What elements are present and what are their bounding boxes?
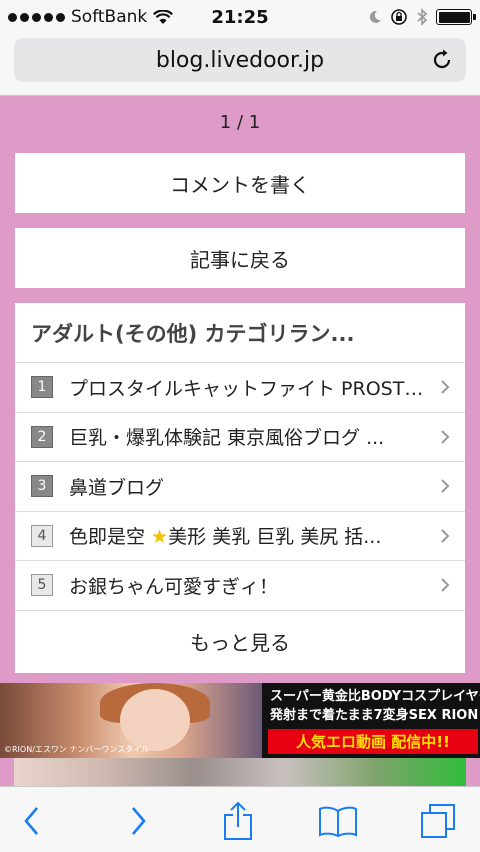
bookmarks-button[interactable] xyxy=(318,801,358,841)
chevron-left-icon xyxy=(24,807,38,835)
chevron-right-icon xyxy=(132,807,146,835)
status-indicators xyxy=(368,8,476,26)
share-icon xyxy=(224,801,252,840)
page-counter: 1 / 1 xyxy=(219,112,261,133)
category-ranking-card: アダルト(その他) カテゴリラン... 1 プロスタイルキャットファイト PRO… xyxy=(15,303,465,673)
rank-badge: 3 xyxy=(31,475,53,498)
url-text: blog.livedoor.jp xyxy=(155,47,325,73)
ad-cta: 人気エロ動画 配信中!! xyxy=(268,729,478,754)
ranking-item-title: 色即是空 ★美形 美乳 巨乳 美尻 括... xyxy=(69,522,429,549)
ad-credit: ©RION/エスワン ナンバーワンスタイル xyxy=(4,745,150,754)
ranking-item-title: 巨乳・爆乳体験記 東京風俗ブログ ... xyxy=(69,427,385,450)
ranking-item-title-part: 美形 美乳 巨乳 美尻 括... xyxy=(168,526,382,549)
ad-line-1: スーパー黄金比BODYコスプレイヤー xyxy=(270,689,480,704)
chevron-right-icon xyxy=(441,430,450,444)
browser-address-area: blog.livedoor.jp xyxy=(0,34,480,96)
ranking-item-3[interactable]: 3 鼻道ブログ xyxy=(15,462,465,512)
share-button[interactable] xyxy=(218,801,258,841)
ad-line-2: 発射まで着たまま7変身SEX RION xyxy=(270,708,479,723)
rotation-lock-icon xyxy=(391,9,407,25)
moon-icon xyxy=(369,10,381,23)
ad-headline: スーパー黄金比BODYコスプレイヤー 発射まで着たまま7変身SEX RION xyxy=(270,687,480,725)
ranking-item-title: お銀ちゃん可愛すぎィ！ xyxy=(69,575,279,598)
write-comment-button[interactable]: コメントを書く xyxy=(15,153,465,213)
chevron-right-icon xyxy=(441,479,450,493)
status-bar: SoftBank 21:25 xyxy=(0,0,480,34)
tabs-icon xyxy=(421,804,455,838)
see-more-button[interactable]: もっと見る xyxy=(15,611,465,672)
ranking-item-1[interactable]: 1 プロスタイルキャットファイト PROSTYLE CATFIGHT xyxy=(15,363,465,413)
bluetooth-icon xyxy=(417,8,428,26)
back-button[interactable] xyxy=(12,801,52,841)
star-icon: ★ xyxy=(151,526,169,549)
chevron-right-icon xyxy=(441,529,450,543)
ad-banner[interactable]: ©RION/エスワン ナンバーワンスタイル スーパー黄金比BODYコスプレイヤー… xyxy=(0,683,480,758)
ad-image: ©RION/エスワン ナンバーワンスタイル xyxy=(0,683,262,758)
tabs-button[interactable] xyxy=(418,801,458,841)
ad-image-strip[interactable] xyxy=(14,758,466,788)
ranking-item-4[interactable]: 4 色即是空 ★美形 美乳 巨乳 美尻 括... xyxy=(15,512,465,561)
book-icon xyxy=(319,806,357,837)
ranking-item-title: プロスタイルキャットファイト PROSTYLE CATFIGHT xyxy=(69,377,429,400)
ranking-item-2[interactable]: 2 巨乳・爆乳体験記 東京風俗ブログ ... xyxy=(15,413,465,462)
rank-badge: 4 xyxy=(31,524,53,547)
address-bar[interactable]: blog.livedoor.jp xyxy=(14,38,466,82)
ranking-item-title-part: 色即是空 xyxy=(69,526,152,549)
ad-image-shape xyxy=(120,689,190,751)
chevron-right-icon xyxy=(441,578,450,592)
reload-icon[interactable] xyxy=(430,48,454,72)
rank-badge: 2 xyxy=(31,425,53,448)
forward-button[interactable] xyxy=(118,801,158,841)
battery-icon xyxy=(436,9,476,25)
browser-toolbar xyxy=(0,786,480,852)
rank-badge: 5 xyxy=(31,574,53,597)
back-to-article-button[interactable]: 記事に戻る xyxy=(15,228,465,288)
ranking-item-5[interactable]: 5 お銀ちゃん可愛すぎィ！ xyxy=(15,561,465,611)
ranking-title: アダルト(その他) カテゴリラン... xyxy=(15,303,465,363)
chevron-right-icon xyxy=(441,380,450,394)
rank-badge: 1 xyxy=(31,376,53,399)
ranking-item-title: 鼻道ブログ xyxy=(69,476,165,499)
